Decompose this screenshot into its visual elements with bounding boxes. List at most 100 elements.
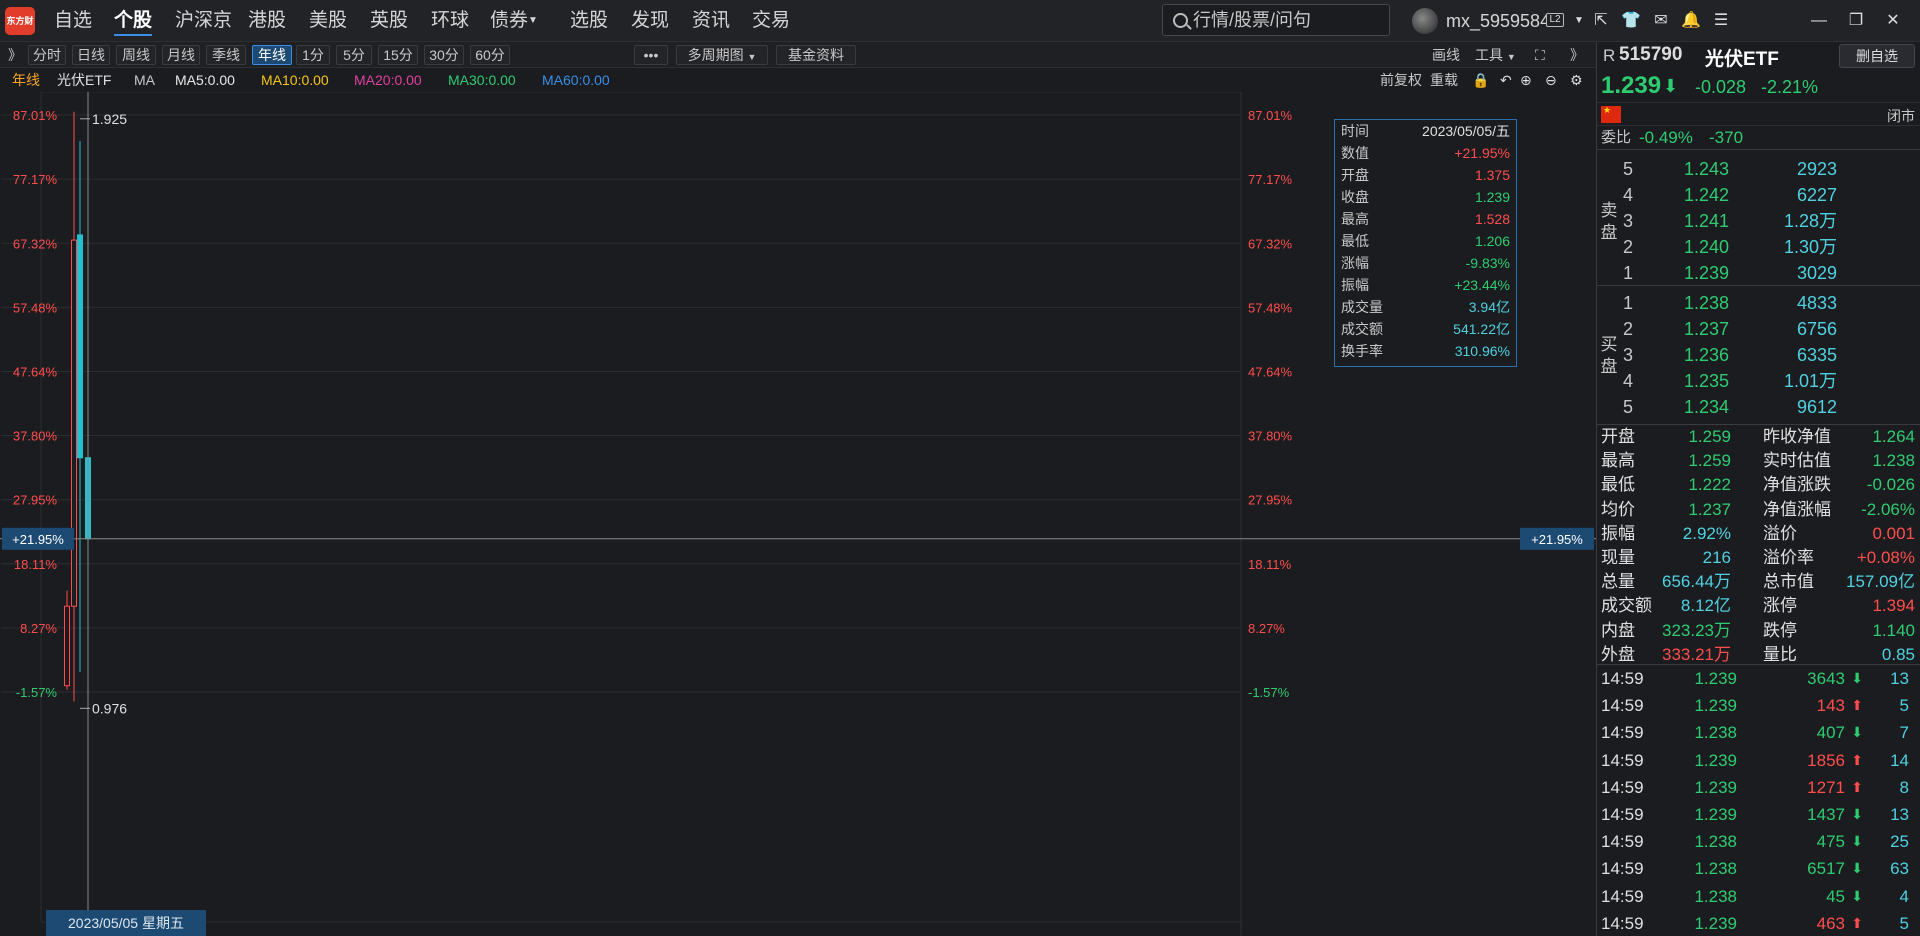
period-tab[interactable]: 分时 bbox=[28, 45, 66, 65]
nav-item[interactable]: 资讯 bbox=[692, 0, 730, 42]
ask-row[interactable]: 2 1.240 1.30万 bbox=[1621, 234, 1920, 260]
period-tab[interactable]: 1分 bbox=[296, 45, 330, 65]
search-input[interactable] bbox=[1193, 8, 1383, 32]
trade-price: 1.238 bbox=[1694, 832, 1737, 852]
search-box[interactable] bbox=[1162, 4, 1390, 36]
nav-item[interactable]: 美股 bbox=[309, 0, 347, 42]
period-tab[interactable]: 30分 bbox=[424, 45, 464, 65]
weibi-pct: -0.49% bbox=[1639, 128, 1693, 147]
collapse-right-icon[interactable]: 》 bbox=[1570, 45, 1584, 65]
y-tick-left: 18.11% bbox=[14, 557, 58, 572]
period-tab[interactable]: 季线 bbox=[206, 45, 246, 65]
ask-volume: 3029 bbox=[1796, 263, 1837, 283]
undo-icon[interactable]: ↶ bbox=[1500, 68, 1512, 92]
expand-left-icon[interactable]: 》 bbox=[8, 45, 22, 65]
tools-dropdown[interactable]: 工具 ▼ bbox=[1475, 45, 1516, 65]
period-tab[interactable]: 60分 bbox=[470, 45, 510, 65]
trade-time: 14:59 bbox=[1601, 832, 1644, 852]
stat-value: 0.001 bbox=[1872, 523, 1915, 543]
ask-level: 4 bbox=[1623, 185, 1634, 205]
trade-time: 14:59 bbox=[1601, 723, 1644, 743]
menu-icon[interactable]: ☰ bbox=[1710, 10, 1732, 32]
bid-volume: 6335 bbox=[1796, 345, 1837, 365]
ma-label[interactable]: MA bbox=[134, 68, 155, 92]
app-logo-text: 东方财富 bbox=[6, 16, 34, 26]
trade-row: 14:59 1.239 463 ⬆ 5 bbox=[1597, 910, 1920, 936]
multi-period-dropdown[interactable]: 多周期图 ▼ bbox=[676, 45, 768, 65]
settings-gear-icon[interactable]: ⚙ bbox=[1570, 68, 1583, 92]
y-tick-left: 47.64% bbox=[13, 364, 58, 379]
trade-price: 1.238 bbox=[1694, 886, 1737, 906]
trade-count: 14 bbox=[1890, 750, 1909, 770]
ask-row[interactable]: 3 1.241 1.28万 bbox=[1621, 208, 1920, 234]
bell-icon[interactable]: 🔔 bbox=[1680, 10, 1702, 32]
draw-line-button[interactable]: 画线 bbox=[1432, 45, 1460, 65]
tooltip-key: 最低 bbox=[1341, 233, 1369, 249]
stat-value: 216 bbox=[1702, 547, 1731, 567]
tooltip-row: 数值 +21.95% bbox=[1335, 142, 1516, 164]
lock-icon[interactable]: 🔒 bbox=[1472, 68, 1489, 92]
ma-row: 年线 光伏ETF MA MA5:0.00 MA10:0.00 MA20:0.00… bbox=[0, 68, 1596, 92]
nav-item[interactable]: 选股 bbox=[570, 0, 608, 42]
bid-row[interactable]: 5 1.234 9612 bbox=[1621, 394, 1920, 420]
ask-row[interactable]: 4 1.242 6227 bbox=[1621, 182, 1920, 208]
mail-icon[interactable]: ✉ bbox=[1650, 10, 1672, 32]
y-tick-right: -1.57% bbox=[1248, 685, 1290, 700]
nav-item[interactable]: 债券 bbox=[490, 0, 528, 42]
period-tab[interactable]: 日线 bbox=[72, 45, 110, 65]
bid-row[interactable]: 3 1.236 6335 bbox=[1621, 342, 1920, 368]
ask-row[interactable]: 1 1.239 3029 bbox=[1621, 260, 1920, 286]
trade-volume: 1271 bbox=[1807, 777, 1845, 797]
ma5-value: MA5:0.00 bbox=[175, 72, 235, 88]
minimize-icon[interactable]: — bbox=[1808, 10, 1830, 32]
trade-time: 14:59 bbox=[1601, 804, 1644, 824]
reload-button[interactable]: 重载 bbox=[1430, 68, 1458, 92]
app-logo[interactable]: 东方财富 bbox=[5, 7, 35, 35]
nav-item[interactable]: 个股 bbox=[114, 0, 153, 42]
skin-shirt-icon[interactable]: 👕 bbox=[1620, 10, 1642, 32]
period-tab[interactable]: 15分 bbox=[378, 45, 418, 65]
nav-item[interactable]: 发现 bbox=[631, 0, 669, 42]
avatar[interactable] bbox=[1412, 8, 1438, 34]
remove-watchlist-button[interactable]: 删自选 bbox=[1839, 44, 1915, 68]
bid-row[interactable]: 4 1.235 1.01万 bbox=[1621, 368, 1920, 394]
nav-item[interactable]: 沪深京 bbox=[175, 0, 232, 42]
period-tab[interactable]: 年线 bbox=[252, 45, 292, 65]
y-tick-right: 57.48% bbox=[1248, 300, 1293, 315]
close-icon[interactable]: ✕ bbox=[1882, 10, 1904, 32]
period-tab[interactable]: 5分 bbox=[336, 45, 372, 65]
zoom-in-icon[interactable]: ⊕ bbox=[1520, 68, 1532, 92]
period-tab[interactable]: 周线 bbox=[116, 45, 156, 65]
nav-item[interactable]: 港股 bbox=[248, 0, 286, 42]
candle-body bbox=[71, 239, 77, 607]
zoom-out-icon[interactable]: ⊖ bbox=[1545, 68, 1557, 92]
bid-volume: 1.01万 bbox=[1783, 371, 1837, 391]
nav-item[interactable]: 环球 bbox=[431, 0, 469, 42]
price-change-pct: -2.21% bbox=[1761, 77, 1819, 97]
fullscreen-icon[interactable]: ⛶ bbox=[1535, 45, 1545, 65]
nav-item[interactable]: 交易 bbox=[752, 0, 790, 42]
forward-adjust-button[interactable]: 前复权 bbox=[1380, 68, 1422, 92]
stat-value: 323.23万 bbox=[1662, 620, 1731, 640]
period-label: 年线 bbox=[12, 72, 40, 88]
bid-row[interactable]: 2 1.237 6756 bbox=[1621, 316, 1920, 342]
fund-info-button[interactable]: 基金资料 bbox=[776, 45, 856, 65]
more-button[interactable]: ••• bbox=[634, 45, 668, 65]
restore-icon[interactable]: ❐ bbox=[1845, 10, 1867, 32]
y-tick-left: 87.01% bbox=[13, 108, 58, 123]
ask-level: 3 bbox=[1623, 211, 1634, 231]
ask-row[interactable]: 5 1.243 2923 bbox=[1621, 156, 1920, 182]
tooltip-value: 1.239 bbox=[1474, 189, 1510, 205]
bid-row[interactable]: 1 1.238 4833 bbox=[1621, 290, 1920, 316]
stat-key: 现量 bbox=[1601, 547, 1635, 567]
nav-item[interactable]: 英股 bbox=[370, 0, 408, 42]
export-icon[interactable]: ⇱ bbox=[1590, 10, 1612, 32]
l2-badge[interactable]: L2 bbox=[1546, 13, 1564, 27]
tooltip-row: 最高 1.528 bbox=[1335, 208, 1516, 230]
period-tab[interactable]: 月线 bbox=[162, 45, 200, 65]
stat-key: 均价 bbox=[1601, 499, 1635, 519]
username[interactable]: mx_595958400 bbox=[1446, 0, 1546, 42]
up-arrow-icon: ⬆ bbox=[1851, 697, 1863, 714]
dropdown-arrow-icon[interactable]: ▼ bbox=[1568, 10, 1590, 32]
nav-item[interactable]: 自选 bbox=[54, 0, 92, 42]
